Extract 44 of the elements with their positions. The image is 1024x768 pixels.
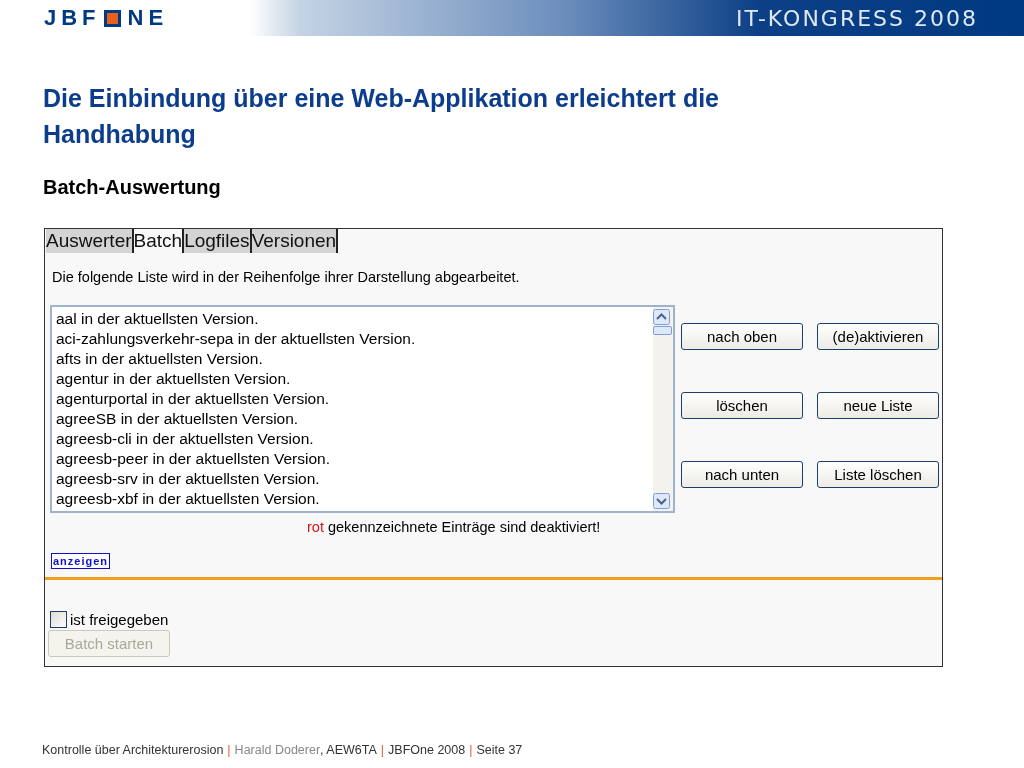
- intro-text: Die folgende Liste wird in der Reihenfolge ihrer Darstellung abgearbeitet.: [52, 269, 520, 285]
- action-button[interactable]: nach unten: [681, 461, 803, 488]
- tab[interactable]: Batch: [133, 229, 185, 253]
- action-button[interactable]: (de)aktivieren: [817, 323, 939, 350]
- list-item[interactable]: aci-zahlungsverkehr-sepa in der aktuellsten Version.: [56, 329, 416, 349]
- action-button[interactable]: nach oben: [681, 323, 803, 350]
- list-item[interactable]: agreesb-peer in der aktuellsten Version.: [56, 449, 330, 469]
- checkbox-label: ist freigegeben: [70, 611, 169, 628]
- slide-title: Die Einbindung über eine Web-Applikation erleichtert die Handhabung: [43, 83, 720, 150]
- footer-separator: |: [468, 743, 474, 757]
- batch-list[interactable]: [50, 305, 675, 513]
- scroll-up-icon[interactable]: [653, 309, 670, 325]
- action-button[interactable]: löschen: [681, 392, 803, 419]
- action-button[interactable]: Liste löschen: [817, 461, 939, 488]
- list-item[interactable]: aal in der aktuellsten Version.: [56, 309, 259, 329]
- action-button[interactable]: neue Liste: [817, 392, 939, 419]
- list-item[interactable]: agreesb-srv in der aktuellsten Version.: [56, 469, 320, 489]
- tab[interactable]: Logfiles: [184, 229, 252, 253]
- tab[interactable]: Auswerter: [46, 229, 134, 253]
- slide-subtitle: Batch-Auswertung: [43, 176, 221, 199]
- checkbox[interactable]: [50, 611, 67, 628]
- legend-text: rot gekennzeichnete Einträge sind deaktiviert!: [307, 519, 601, 535]
- list-item[interactable]: agreeSB in der aktuellsten Version.: [56, 409, 299, 429]
- footer-text: JBFOne 2008: [388, 743, 466, 757]
- scrollbar[interactable]: [653, 307, 673, 511]
- footer-text: , AEW6TA: [320, 743, 377, 757]
- logo-text: NE: [127, 5, 169, 31]
- footer-separator: |: [379, 743, 386, 757]
- logo-square-icon: [103, 9, 121, 27]
- footer-separator: |: [226, 743, 232, 757]
- scroll-down-icon[interactable]: [653, 493, 670, 509]
- list-item[interactable]: agentur in der aktuellsten Version.: [56, 369, 291, 389]
- show-button[interactable]: anzeigen: [51, 553, 111, 569]
- footer-text: Kontrolle über Architekturerosion: [42, 743, 224, 757]
- footer-text: Harald Doderer: [234, 743, 321, 757]
- tab[interactable]: Versionen: [251, 229, 339, 253]
- logo-text: JBF: [44, 5, 101, 31]
- list-item[interactable]: agreesb-xbf in der aktuellsten Version.: [56, 489, 320, 509]
- list-item[interactable]: agreesb-cli in der aktuellsten Version.: [56, 429, 314, 449]
- list-item[interactable]: afts in der aktuellsten Version.: [56, 349, 263, 369]
- scroll-thumb[interactable]: [653, 326, 672, 335]
- footer-text: Seite 37: [476, 743, 523, 757]
- event-title: IT-KONGRESS 2008: [736, 5, 978, 31]
- list-item[interactable]: agenturportal in der aktuellsten Version.: [56, 389, 330, 409]
